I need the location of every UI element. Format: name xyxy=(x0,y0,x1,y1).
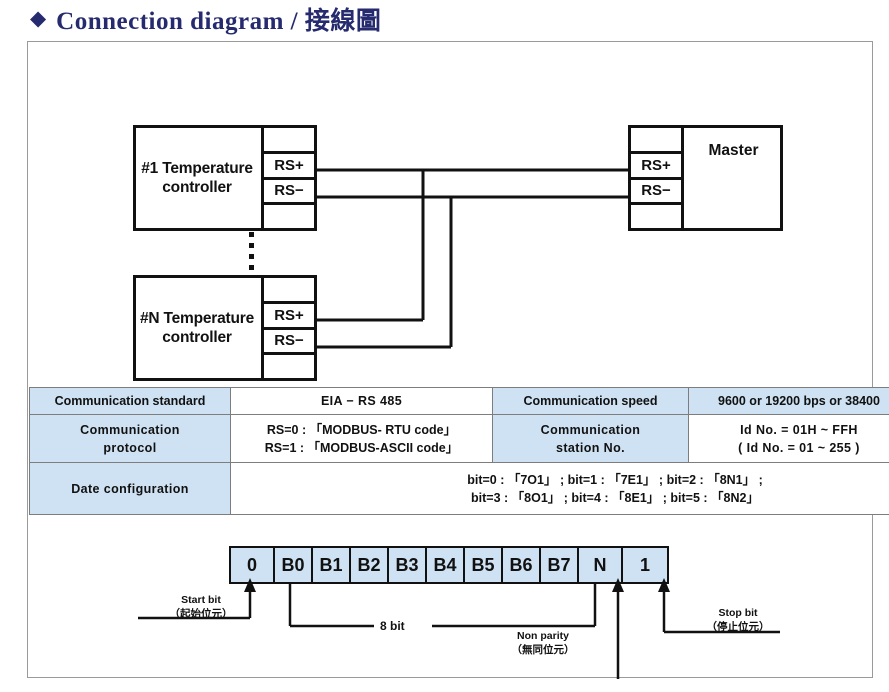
table-row: Communication protocol RS=0 : 「MODBUS- R… xyxy=(29,414,889,464)
master-device: RS+ RS− Master xyxy=(628,125,783,231)
controller-1-terminal-rs-plus: RS+ xyxy=(264,154,314,180)
controller-n-label: #N Temperature controller xyxy=(139,309,255,346)
controller-n-terminal-rs-minus: RS− xyxy=(264,330,314,356)
temperature-controller-n: #N Temperature controller RS+ RS− xyxy=(133,275,317,381)
cell-communication-standard-label: Communication standard xyxy=(29,386,231,416)
page-title-bar: ◆ Connection diagram / 接線圖 xyxy=(30,2,381,36)
controller-1-terminal-blank-bottom xyxy=(264,205,314,228)
cell-station-no-label: Communication station No. xyxy=(492,414,689,464)
cell-communication-protocol-value: RS=0 : 「MODBUS- RTU code」 RS=1 : 「MODBUS… xyxy=(230,414,493,464)
cell-date-configuration-label: Date configuration xyxy=(29,462,231,516)
controller-1-terminal-column: RS+ RS− xyxy=(261,125,317,231)
cell-station-no-value: Id No. = 01H ~ FFH ( Id No. = 01 ~ 255 ) xyxy=(688,414,889,464)
ellipsis-dot xyxy=(249,232,254,237)
connection-diagram: #1 Temperature controller RS+ RS− #N Tem xyxy=(28,42,874,382)
table-row: Communication standard EIA − RS 485 Comm… xyxy=(29,386,889,416)
cell-communication-speed-value: 9600 or 19200 bps or 38400 xyxy=(688,386,889,416)
controllers-ellipsis xyxy=(249,232,254,270)
data-frame-diagram: 0 B0 B1 B2 B3 B4 B5 B6 B7 N 1 Start bit … xyxy=(28,534,874,679)
annotation-stop-bit: Stop bit （停止位元） xyxy=(706,607,770,633)
temperature-controller-1: #1 Temperature controller RS+ RS− xyxy=(133,125,317,231)
master-terminal-blank-bottom xyxy=(631,205,681,228)
controller-n-terminal-column: RS+ RS− xyxy=(261,275,317,381)
controller-n-terminal-blank-bottom xyxy=(264,355,314,378)
cell-communication-standard-value: EIA − RS 485 xyxy=(230,386,493,416)
master-terminal-rs-minus: RS− xyxy=(631,180,681,206)
cell-communication-protocol-label: Communication protocol xyxy=(29,414,231,464)
controller-1-terminal-blank-top xyxy=(264,128,314,154)
controller-1-label: #1 Temperature controller xyxy=(141,159,253,196)
ellipsis-dot xyxy=(249,243,254,248)
communication-spec-table: Communication standard EIA − RS 485 Comm… xyxy=(29,386,889,516)
master-terminal-column: RS+ RS− xyxy=(628,125,684,231)
annotation-start-bit: Start bit （起始位元） xyxy=(169,594,233,620)
annotation-non-parity: Non parity （無同位元） xyxy=(511,630,575,656)
content-frame: #1 Temperature controller RS+ RS− #N Tem xyxy=(27,41,889,679)
master-terminal-omitted xyxy=(631,128,681,154)
table-row: Date configuration bit=0 : 「7O1」 ; bit=1… xyxy=(29,462,889,516)
controller-n-terminal-blank-top xyxy=(264,278,314,304)
cell-date-configuration-value: bit=0 : 「7O1」 ; bit=1 : 「7E1」 ; bit=2 : … xyxy=(230,462,889,516)
controller-n-terminal-rs-plus: RS+ xyxy=(264,304,314,330)
diamond-bullet-icon: ◆ xyxy=(30,6,47,30)
master-label: Master xyxy=(708,142,759,159)
annotation-8-bit: 8 bit xyxy=(380,619,405,633)
ellipsis-dot xyxy=(249,265,254,270)
cell-communication-speed-label: Communication speed xyxy=(492,386,689,416)
master-terminal-rs-plus: RS+ xyxy=(631,154,681,180)
controller-1-terminal-rs-minus: RS− xyxy=(264,180,314,206)
page-title: Connection diagram / 接線圖 xyxy=(56,8,382,35)
ellipsis-dot xyxy=(249,254,254,259)
